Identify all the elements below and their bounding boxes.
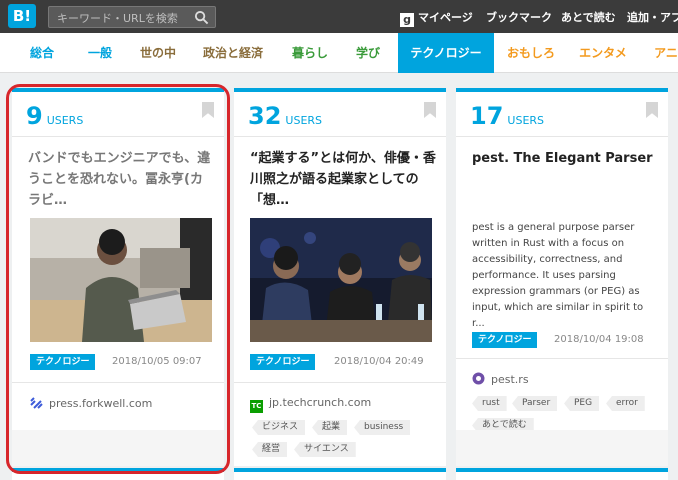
entry-card[interactable]: 32 USERS “起業する”とは何か、俳優・香川照之が語る起業家としての「想… …: [234, 88, 446, 466]
tab-general[interactable]: 総合: [22, 33, 62, 73]
search-icon[interactable]: [194, 10, 209, 25]
divider: [456, 136, 668, 137]
bookmark-icon[interactable]: [646, 102, 658, 118]
users-count[interactable]: 17 USERS: [470, 102, 544, 130]
entry-date: 2018/10/04 19:08: [554, 334, 644, 345]
next-entry-card[interactable]: [456, 468, 668, 480]
tag-chip[interactable]: error: [606, 396, 645, 411]
entry-source[interactable]: press.forkwell.com: [30, 396, 152, 410]
next-entry-card[interactable]: [12, 468, 224, 480]
read-later-link[interactable]: あとで読む: [561, 9, 616, 25]
tag-chip[interactable]: PEG: [564, 396, 600, 411]
tab-learning[interactable]: 学び: [348, 33, 388, 73]
tab-politics-economy[interactable]: 政治と経済: [196, 33, 270, 73]
forkwell-icon: [30, 397, 43, 409]
entry-thumbnail[interactable]: [30, 218, 212, 342]
next-entry-card[interactable]: [234, 468, 446, 480]
entry-date: 2018/10/04 20:49: [334, 356, 424, 367]
search-input[interactable]: キーワード・URLを検索: [57, 10, 178, 26]
card-footer: [12, 430, 224, 466]
tab-ippan[interactable]: 一般: [80, 33, 120, 73]
divider: [234, 136, 446, 137]
entry-card[interactable]: 9 USERS バンドでもエンジニアでも、違うことを恐れない。冨永亨(カラビ… テ…: [12, 88, 224, 466]
top-bar: B! キーワード・URLを検索 g マイページ ブックマーク あとで読む 追加・ア…: [0, 0, 678, 33]
category-tag[interactable]: テクノロジー: [250, 354, 316, 370]
tag-chip[interactable]: rust: [472, 396, 507, 411]
techcrunch-icon: TC: [250, 400, 263, 413]
tag-chip[interactable]: サイエンス: [294, 442, 356, 457]
divider: [234, 382, 446, 383]
users-count[interactable]: 32 USERS: [248, 102, 322, 130]
entry-title[interactable]: “起業する”とは何か、俳優・香川照之が語る起業家としての「想…: [250, 148, 438, 211]
mypage-icon: g: [400, 13, 414, 27]
entry-source[interactable]: TC jp.techcrunch.com: [250, 396, 371, 413]
category-tag[interactable]: テクノロジー: [472, 332, 538, 348]
mypage-link[interactable]: g マイページ: [400, 9, 473, 27]
tag-chip[interactable]: business: [354, 420, 411, 435]
tag-chip[interactable]: Parser: [512, 396, 558, 411]
search-box[interactable]: キーワード・URLを検索: [48, 6, 216, 28]
card-footer: [456, 430, 668, 466]
tab-technology[interactable]: テクノロジー: [398, 33, 494, 73]
entry-description: pest is a general purpose parser written…: [472, 222, 644, 329]
entry-card[interactable]: 17 USERS pest. The Elegant Parser pest is…: [456, 88, 668, 466]
tag-chip[interactable]: 経営: [252, 442, 288, 457]
users-count[interactable]: 9 USERS: [26, 102, 83, 130]
divider: [456, 358, 668, 359]
tag-chip[interactable]: ビジネス: [252, 420, 306, 435]
entry-source[interactable]: pest.rs: [472, 372, 529, 386]
entry-thumbnail[interactable]: [250, 218, 432, 342]
entry-date: 2018/10/05 09:07: [112, 356, 202, 367]
bookmark-link[interactable]: ブックマーク: [486, 9, 552, 25]
tab-entertainment[interactable]: エンタメ: [574, 33, 632, 73]
category-nav: 総合 一般 世の中 政治と経済 暮らし 学び テクノロジー おもしろ エンタメ …: [0, 33, 678, 73]
divider: [12, 136, 224, 137]
tab-anime[interactable]: アニ: [646, 33, 678, 73]
category-tag[interactable]: テクノロジー: [30, 354, 96, 370]
pest-icon: [472, 372, 485, 385]
entry-title[interactable]: バンドでもエンジニアでも、違うことを恐れない。冨永亨(カラビ…: [28, 148, 214, 211]
bookmark-icon[interactable]: [424, 102, 436, 118]
hatena-bookmark-logo[interactable]: B!: [8, 4, 36, 28]
bookmark-icon[interactable]: [202, 102, 214, 118]
tag-chip[interactable]: 起業: [312, 420, 348, 435]
tab-life[interactable]: 暮らし: [284, 33, 336, 73]
tab-fun[interactable]: おもしろ: [502, 33, 560, 73]
entry-title[interactable]: pest. The Elegant Parser: [472, 148, 658, 169]
tab-society[interactable]: 世の中: [134, 33, 182, 73]
divider: [12, 382, 224, 383]
add-app-link[interactable]: 追加・アプ: [627, 9, 678, 25]
